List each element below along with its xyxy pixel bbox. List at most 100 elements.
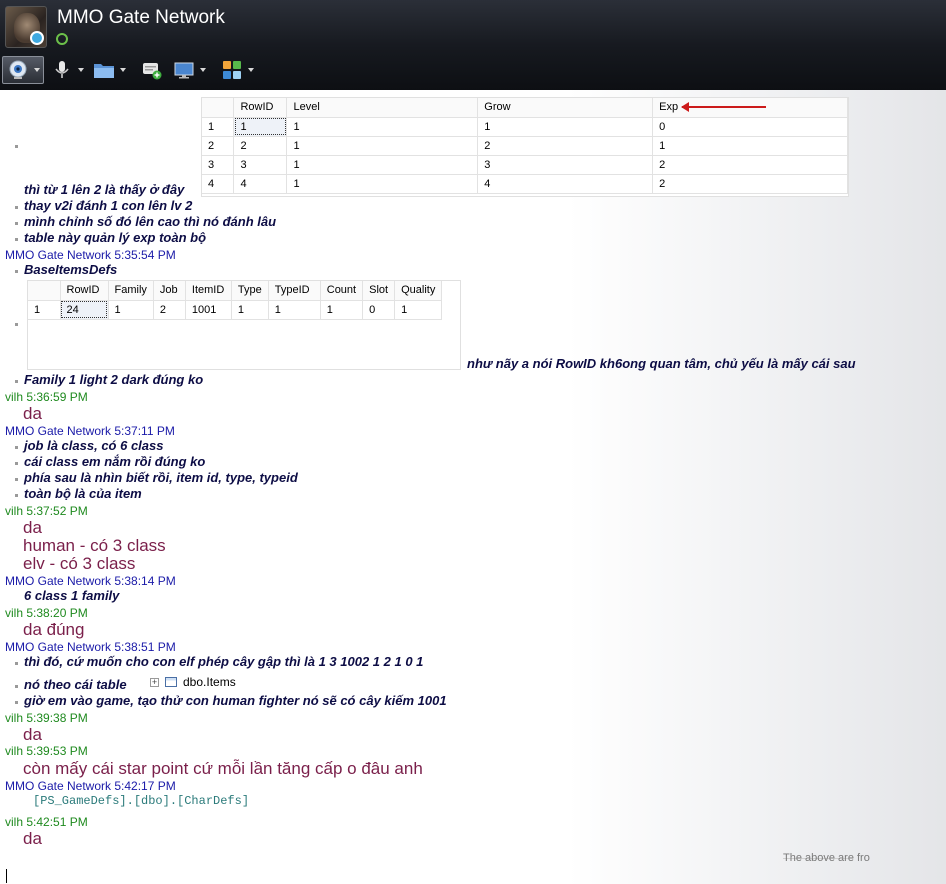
table-cell: 0	[362, 300, 396, 320]
bullet	[15, 685, 18, 688]
message-header: vilh 5:39:38 PM	[5, 711, 88, 725]
table-cell: 24	[60, 300, 109, 320]
column-header: Quality	[394, 281, 443, 301]
search-icon[interactable]	[56, 33, 68, 45]
table-cell: 3	[202, 155, 235, 175]
send-file-button[interactable]	[92, 56, 126, 84]
message-header: vilh 5:36:59 PM	[5, 390, 88, 404]
bullet	[15, 462, 18, 465]
chevron-down-icon	[34, 68, 40, 72]
table-cell: 4	[233, 174, 288, 194]
webcam-icon	[6, 59, 30, 81]
bullet	[15, 206, 18, 209]
chat-message: BaseItemsDefs	[24, 262, 118, 277]
chat-message: thì từ 1 lên 2 là thấy ở đây	[24, 182, 185, 197]
message-header: MMO Gate Network 5:38:51 PM	[5, 640, 176, 654]
bullet	[15, 478, 18, 481]
folder-icon	[92, 59, 116, 81]
column-header: Type	[231, 281, 269, 301]
message-header: vilh 5:38:20 PM	[5, 606, 88, 620]
items-table-screenshot: RowID Family Job ItemID Type TypeID Coun…	[27, 280, 461, 370]
bullet	[15, 701, 18, 704]
code-snippet: [PS_GameDefs].[dbo].[CharDefs]	[33, 794, 250, 808]
table-cell: 1	[286, 174, 479, 194]
table-cell: 1	[28, 300, 61, 320]
chat-message: cái class em nắm rồi đúng ko	[24, 454, 206, 469]
table-row: 2 2 1 2 1	[202, 136, 848, 156]
table-cell: 1	[320, 300, 364, 320]
chevron-down-icon	[200, 68, 206, 72]
column-header: Job	[153, 281, 186, 301]
table-cell: 1	[394, 300, 443, 320]
message-header: vilh 5:42:51 PM	[5, 815, 88, 829]
webcam-button[interactable]	[2, 56, 44, 84]
column-header: Slot	[362, 281, 396, 301]
table-cell: 1	[233, 117, 288, 137]
chat-reply: da	[23, 518, 42, 537]
exp-table-screenshot: RowID Level Grow Exp 1 1 1 1 0 2 2 1 2 1…	[201, 97, 849, 197]
chat-message: Family 1 light 2 dark đúng ko	[24, 372, 204, 387]
table-row: 3 3 1 3 2	[202, 155, 848, 175]
chat-message: 6 class 1 family	[24, 588, 120, 603]
screen-icon	[172, 59, 196, 81]
chevron-down-icon	[78, 68, 84, 72]
chat-reply: human - có 3 class	[23, 536, 166, 555]
chat-reply: da đúng	[23, 620, 85, 639]
message-header: MMO Gate Network 5:38:14 PM	[5, 574, 176, 588]
table-cell: 1	[477, 117, 654, 137]
message-header: MMO Gate Network 5:42:17 PM	[5, 779, 176, 793]
chat-message: mình chỉnh số đó lên cao thì nó đánh lâu	[24, 214, 277, 229]
column-header: TypeID	[268, 281, 321, 301]
share-screen-button[interactable]	[172, 56, 206, 84]
chat-message: thì đó, cứ muốn cho con elf phép cây gập…	[24, 654, 424, 669]
bullet	[15, 270, 18, 273]
table-cell: 1	[652, 136, 848, 156]
message-header: MMO Gate Network 5:35:54 PM	[5, 248, 176, 262]
red-arrow-annotation	[681, 102, 766, 112]
chat-reply: da	[23, 725, 42, 744]
title-bar: MMO Gate Network	[0, 0, 946, 90]
chevron-down-icon	[120, 68, 126, 72]
table-cell: 2	[652, 174, 848, 194]
text-cursor	[6, 869, 7, 883]
invite-button[interactable]	[140, 56, 164, 84]
table-cell: 1001	[185, 300, 232, 320]
tree-item-label: dbo.Items	[183, 675, 236, 689]
table-cell: 1	[286, 117, 479, 137]
table-row: 1 24 1 2 1001 1 1 1 0 1	[28, 300, 443, 320]
bullet	[15, 222, 18, 225]
column-header: RowID	[233, 98, 288, 118]
tree-item-dbo-items: + dbo.Items	[150, 674, 236, 690]
bullet	[15, 494, 18, 497]
microphone-icon	[50, 59, 74, 81]
message-header: vilh 5:37:52 PM	[5, 504, 88, 518]
table-cell: 3	[233, 155, 288, 175]
microphone-button[interactable]	[50, 56, 84, 84]
chat-message: toàn bộ là của item	[24, 486, 142, 501]
column-header: RowID	[60, 281, 109, 301]
table-cell: 4	[477, 174, 654, 194]
table-cell: 1	[268, 300, 321, 320]
row-number-header	[28, 281, 61, 301]
chat-reply: da	[23, 829, 42, 848]
table-cell: 2	[652, 155, 848, 175]
add-contact-icon	[140, 59, 164, 81]
activities-button[interactable]	[220, 56, 254, 84]
contact-avatar[interactable]	[5, 6, 47, 48]
expand-icon: +	[150, 676, 159, 687]
table-row: 1 1 1 1 0	[202, 117, 848, 137]
table-row: 4 4 1 4 2	[202, 174, 848, 194]
window-title: MMO Gate Network	[57, 7, 225, 28]
bullet	[15, 380, 18, 383]
exp-table: RowID Level Grow Exp 1 1 1 1 0 2 2 1 2 1…	[202, 98, 848, 194]
chat-reply: elv - có 3 class	[23, 554, 136, 573]
table-cell: 2	[202, 136, 235, 156]
chat-reply: da	[23, 404, 42, 423]
message-header: MMO Gate Network 5:37:11 PM	[5, 424, 175, 438]
bullet	[15, 446, 18, 449]
chat-message: phía sau là nhìn biết rồi, item id, type…	[24, 470, 298, 485]
column-header: Count	[320, 281, 364, 301]
chat-reply: còn mấy cái star point cứ mỗi lần tăng c…	[23, 759, 423, 778]
column-header: Level	[286, 98, 479, 118]
chat-message: table này quản lý exp toàn bộ	[24, 230, 207, 245]
